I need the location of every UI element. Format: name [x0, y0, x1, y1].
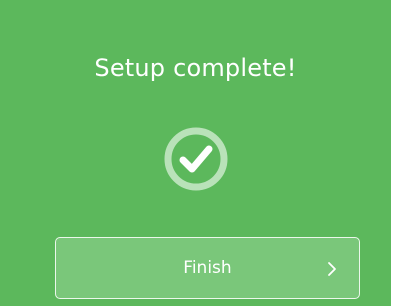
setup-complete-panel: Setup complete! Finish: [0, 0, 391, 306]
chevron-right-icon: [328, 262, 336, 276]
setup-complete-title: Setup complete!: [94, 54, 297, 82]
finish-button[interactable]: Finish: [55, 237, 360, 299]
check-circle-icon: [164, 127, 228, 191]
finish-button-label: Finish: [183, 258, 232, 278]
